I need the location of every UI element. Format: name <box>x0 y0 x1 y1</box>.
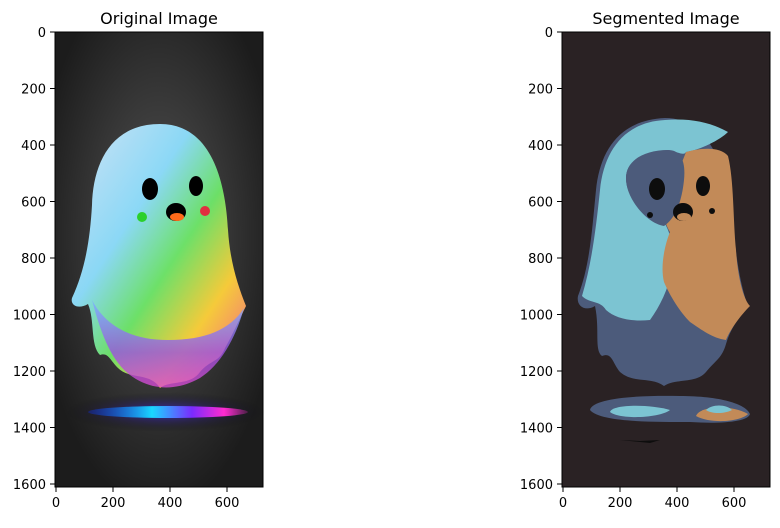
y-tick-label: 1200 <box>520 365 553 380</box>
y-tick-label: 800 <box>21 252 46 267</box>
x-tick-label: 400 <box>665 496 690 511</box>
segmented-image-panel: Segmented Image 0 200 400 600 800 1000 1… <box>520 9 771 511</box>
y-tick-label: 1400 <box>520 422 553 437</box>
y-tick-label: 600 <box>21 196 46 211</box>
y-tick-label: 200 <box>21 83 46 98</box>
panel-title: Original Image <box>100 9 218 28</box>
figure: Original Image 0 200 400 600 800 1000 12… <box>13 9 771 511</box>
y-tick-label: 0 <box>38 26 46 41</box>
x-tick-label: 0 <box>52 496 60 511</box>
original-image <box>55 32 265 487</box>
x-tick-label: 200 <box>101 496 126 511</box>
y-tick-label: 1600 <box>520 478 553 493</box>
y-tick-label: 1000 <box>520 309 553 324</box>
x-tick-label: 200 <box>608 496 633 511</box>
x-tick-label: 600 <box>215 496 240 511</box>
y-tick-label: 600 <box>528 196 553 211</box>
y-tick-label: 1000 <box>13 309 46 324</box>
y-axis: 0 200 400 600 800 1000 1200 1400 1600 <box>13 26 55 493</box>
y-tick-label: 400 <box>528 139 553 154</box>
original-image-panel: Original Image 0 200 400 600 800 1000 12… <box>13 9 265 511</box>
y-tick-label: 1400 <box>13 422 46 437</box>
y-tick-label: 0 <box>545 26 553 41</box>
x-axis: 0 200 400 600 <box>52 487 240 511</box>
segmented-image <box>562 32 770 487</box>
y-tick-label: 1200 <box>13 365 46 380</box>
y-tick-label: 200 <box>528 83 553 98</box>
x-tick-label: 0 <box>559 496 567 511</box>
x-tick-label: 400 <box>158 496 183 511</box>
x-tick-label: 600 <box>722 496 747 511</box>
x-axis: 0 200 400 600 <box>559 487 747 511</box>
y-tick-label: 1600 <box>13 478 46 493</box>
y-tick-label: 400 <box>21 139 46 154</box>
y-tick-label: 800 <box>528 252 553 267</box>
panel-title: Segmented Image <box>592 9 739 28</box>
y-axis: 0 200 400 600 800 1000 1200 1400 1600 <box>520 26 562 493</box>
